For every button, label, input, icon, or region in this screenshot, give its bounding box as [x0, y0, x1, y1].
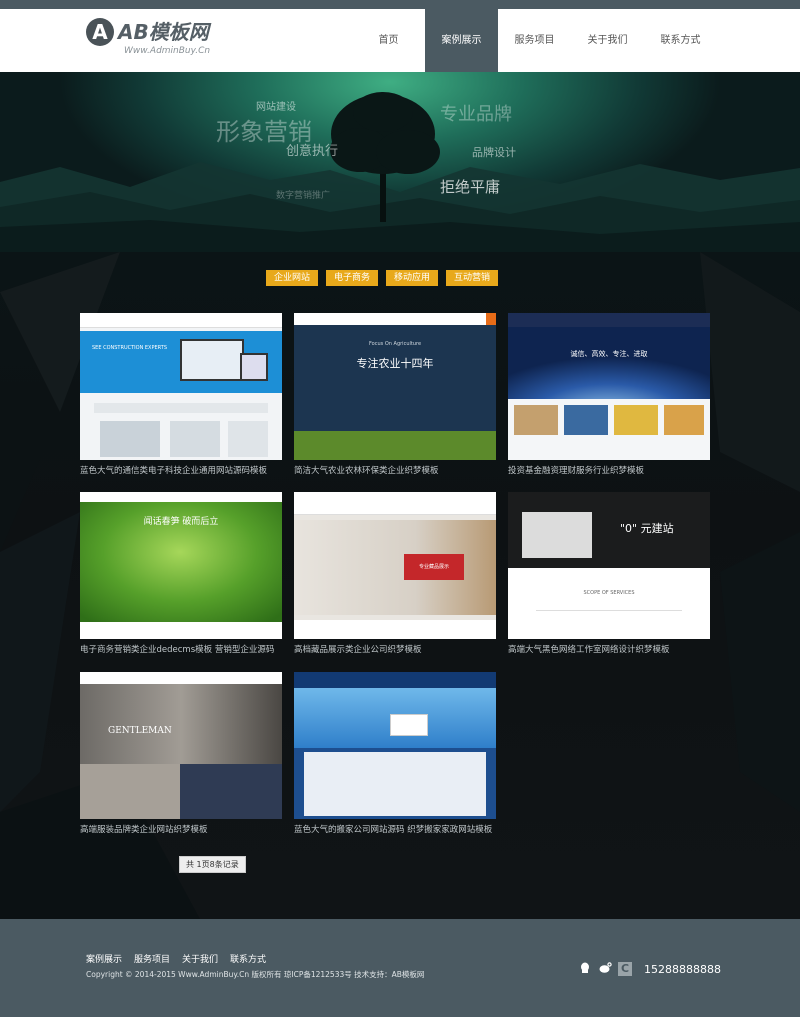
case-caption[interactable]: 简洁大气农业农林环保类企业织梦模板: [294, 464, 524, 476]
nav-about[interactable]: 关于我们: [571, 9, 644, 72]
case-caption[interactable]: 投资基金融资理财服务行业织梦模板: [508, 464, 738, 476]
banner-word: 数字营销推广: [276, 191, 331, 201]
footer-link-about[interactable]: 关于我们: [182, 952, 218, 965]
case-card[interactable]: "0" 元建站 SCOPE OF SERVICES 高端大气黑色网络工作室网络设…: [508, 492, 710, 655]
case-card[interactable]: GENTLEMAN 高端服装品牌类企业网站织梦模板: [80, 672, 282, 835]
site-logo[interactable]: A AB模板网 Www.AdminBuy.Cn: [86, 18, 226, 64]
case-thumbnail[interactable]: SEE CONSTRUCTION EXPERTS: [80, 313, 282, 460]
case-card[interactable]: SEE CONSTRUCTION EXPERTS 蓝色大气的通信类电子科技企业通…: [80, 313, 282, 476]
phone-number[interactable]: 15288888888: [644, 963, 721, 976]
filter-ecommerce[interactable]: 电子商务: [326, 270, 379, 286]
case-caption[interactable]: 蓝色大气的通信类电子科技企业通用网站源码模板: [80, 464, 310, 476]
pagination-info: 共 1页8条记录: [179, 856, 246, 873]
filter-interactive[interactable]: 互动营销: [446, 270, 499, 286]
thumb-heading: 专业藏品展示: [404, 554, 464, 580]
case-caption[interactable]: 高端大气黑色网络工作室网络设计织梦模板: [508, 643, 738, 655]
logo-subtitle: Www.AdminBuy.Cn: [124, 46, 211, 56]
logo-text: AB模板网: [118, 20, 209, 44]
nav-home[interactable]: 首页: [352, 9, 425, 72]
category-filters: 企业网站 电子商务 移动应用 互动营销: [266, 270, 499, 286]
thumb-heading: 专注农业十四年: [356, 357, 434, 370]
thumb-heading: SEE CONSTRUCTION EXPERTS: [92, 345, 167, 351]
banner-word: 创意执行: [286, 144, 339, 159]
top-strip: [0, 0, 800, 9]
case-thumbnail[interactable]: Focus On Agriculture 专注农业十四年: [294, 313, 496, 460]
logo-badge-icon: A: [86, 18, 114, 46]
thumb-subheading: Focus On Agriculture: [368, 341, 422, 347]
case-thumbnail[interactable]: "0" 元建站 SCOPE OF SERVICES: [508, 492, 710, 639]
footer-link-contact[interactable]: 联系方式: [230, 952, 266, 965]
site-footer: 案例展示 服务项目 关于我们 联系方式 Copyright © 2014-201…: [0, 919, 800, 1017]
case-caption[interactable]: 电子商务营销类企业dedecms模板 营销型企业源码: [80, 643, 310, 655]
footer-link-services[interactable]: 服务项目: [134, 952, 170, 965]
case-thumbnail[interactable]: 闻话春笋 破而后立: [80, 492, 282, 639]
footer-social: C 15288888888: [578, 962, 721, 976]
thumb-heading: "0" 元建站: [620, 522, 674, 535]
case-thumbnail[interactable]: 诚信、高效、专注、进取: [508, 313, 710, 460]
case-card[interactable]: Focus On Agriculture 专注农业十四年 简洁大气农业农林环保类…: [294, 313, 496, 476]
footer-links: 案例展示 服务项目 关于我们 联系方式: [86, 952, 266, 965]
banner-word: 拒绝平庸: [440, 178, 501, 196]
weibo-icon[interactable]: [598, 962, 612, 976]
copyright-text: Copyright © 2014-2015 Www.AdminBuy.Cn 版权…: [86, 970, 425, 979]
filter-corporate[interactable]: 企业网站: [266, 270, 319, 286]
case-caption[interactable]: 蓝色大气的搬家公司网站源码 织梦搬家家政网站模板: [294, 823, 524, 835]
nav-contact[interactable]: 联系方式: [644, 9, 717, 72]
nav-services[interactable]: 服务项目: [498, 9, 571, 72]
hero-banner: 网站建设 形象营销 创意执行 专业品牌 品牌设计 拒绝平庸 数字营销推广: [0, 72, 800, 252]
thumb-subheading: SCOPE OF SERVICES: [583, 590, 635, 596]
banner-landscape: [0, 92, 800, 252]
footer-link-cases[interactable]: 案例展示: [86, 952, 122, 965]
phone-icon: C: [618, 962, 632, 976]
qq-icon[interactable]: [578, 962, 592, 976]
case-caption[interactable]: 高档藏品展示类企业公司织梦模板: [294, 643, 524, 655]
case-thumbnail[interactable]: 专业藏品展示: [294, 492, 496, 639]
banner-word: 网站建设: [256, 102, 296, 113]
nav-cases[interactable]: 案例展示: [425, 9, 498, 72]
thumb-heading: 闻话春笋 破而后立: [143, 517, 219, 527]
banner-word: 品牌设计: [472, 146, 516, 159]
filter-mobile[interactable]: 移动应用: [386, 270, 439, 286]
case-card[interactable]: 诚信、高效、专注、进取 投资基金融资理财服务行业织梦模板: [508, 313, 710, 476]
case-card[interactable]: 闻话春笋 破而后立 电子商务营销类企业dedecms模板 营销型企业源码: [80, 492, 282, 655]
case-card[interactable]: 蓝色大气的搬家公司网站源码 织梦搬家家政网站模板: [294, 672, 496, 835]
main-nav: 首页 案例展示 服务项目 关于我们 联系方式: [352, 9, 717, 72]
thumb-heading: 诚信、高效、专注、进取: [570, 350, 648, 358]
thumb-heading: GENTLEMAN: [108, 726, 172, 736]
case-caption[interactable]: 高端服装品牌类企业网站织梦模板: [80, 823, 310, 835]
case-thumbnail[interactable]: [294, 672, 496, 819]
case-card[interactable]: 专业藏品展示 高档藏品展示类企业公司织梦模板: [294, 492, 496, 655]
banner-word: 专业品牌: [440, 104, 512, 125]
case-thumbnail[interactable]: GENTLEMAN: [80, 672, 282, 819]
